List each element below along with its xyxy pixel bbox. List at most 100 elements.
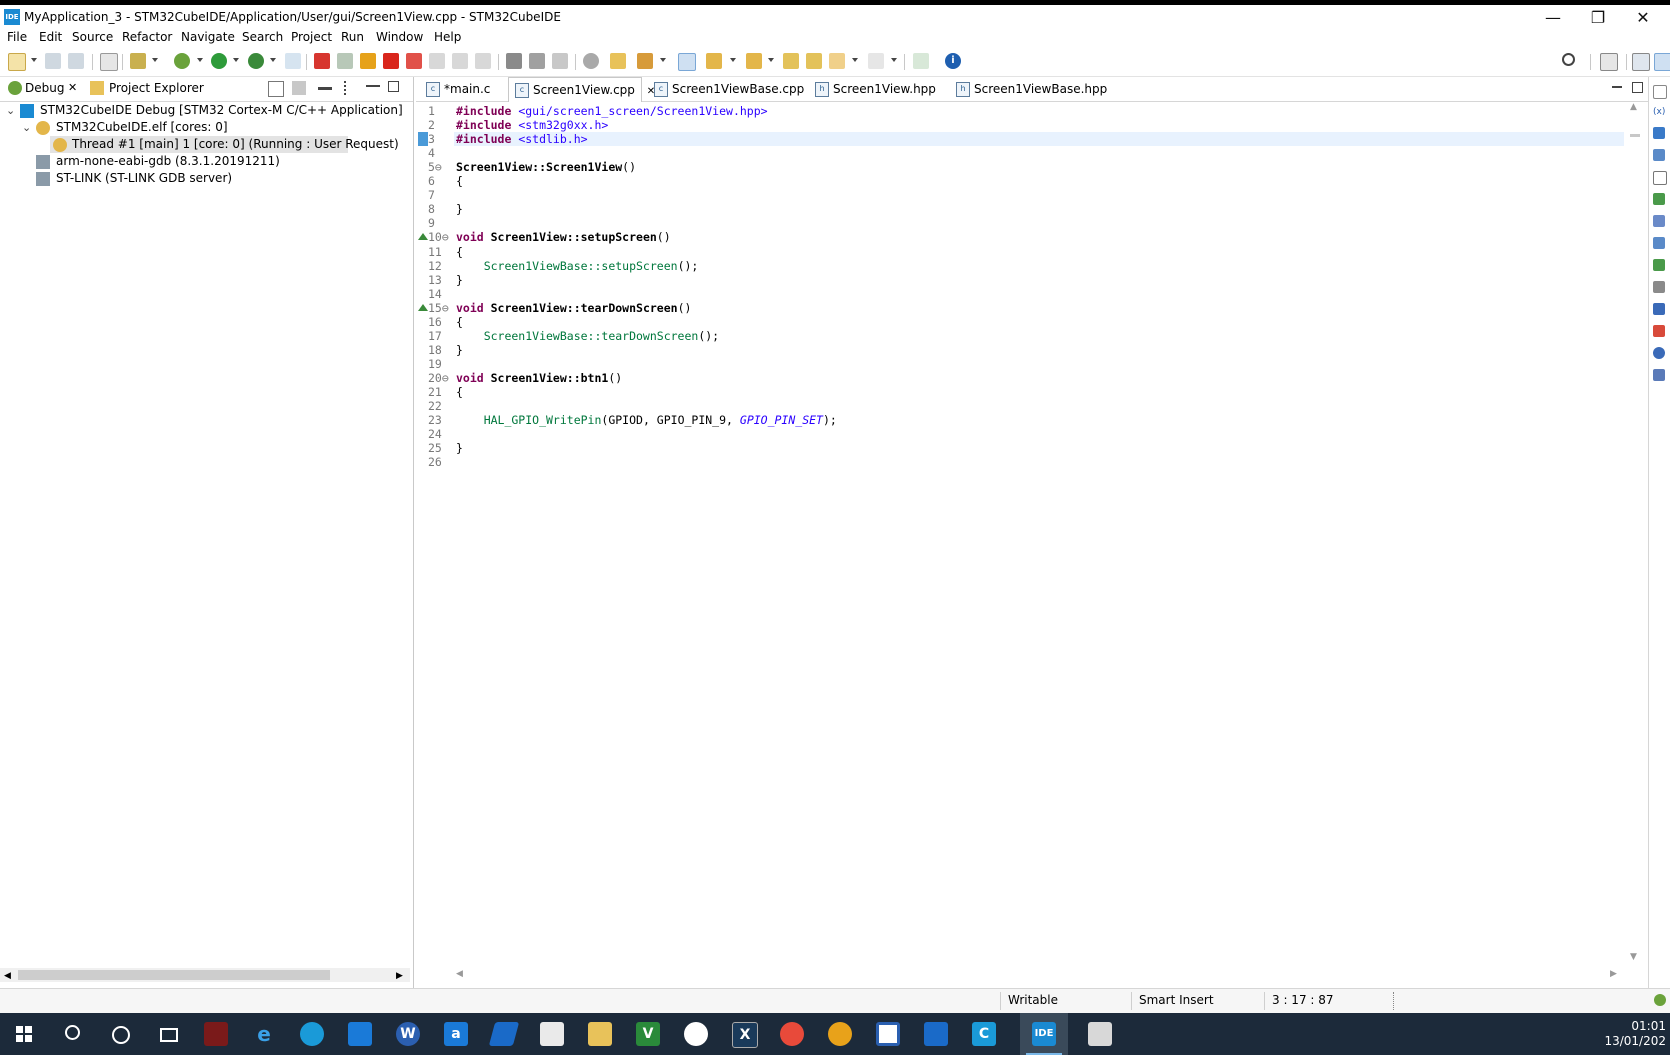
menu-file[interactable]: File — [7, 30, 27, 44]
tab-project-explorer[interactable]: Project Explorer — [109, 81, 204, 95]
menu-project[interactable]: Project — [291, 30, 332, 44]
terminate-icon[interactable] — [383, 53, 399, 69]
breakpoints-icon[interactable] — [1653, 127, 1665, 139]
dropdown-arrow-icon[interactable] — [31, 58, 37, 62]
chrome-icon[interactable] — [780, 1022, 804, 1046]
app-icon-x[interactable]: X — [732, 1022, 758, 1048]
code-line[interactable]: { — [456, 315, 463, 329]
search-icon[interactable] — [1562, 53, 1575, 66]
debug-perspective-icon[interactable] — [1654, 53, 1670, 71]
dropdown-arrow-icon[interactable] — [768, 58, 774, 62]
code-line[interactable]: Screen1View::Screen1View() — [456, 160, 636, 174]
search-toolbar-icon[interactable] — [285, 53, 301, 69]
left-horizontal-scrollbar[interactable]: ◀ ▶ — [0, 968, 410, 982]
settings-gear-icon[interactable] — [583, 53, 599, 69]
mail-icon[interactable] — [348, 1022, 372, 1046]
code-line[interactable]: } — [456, 441, 463, 455]
app-icon-wave[interactable] — [488, 1022, 520, 1046]
code-line[interactable]: #include <gui/screen1_screen/Screen1View… — [456, 104, 768, 118]
app-icon-a[interactable]: a — [444, 1022, 468, 1046]
view-menu-icon[interactable] — [344, 81, 350, 95]
menu-refactor[interactable]: Refactor — [122, 30, 172, 44]
app-icon-red[interactable] — [204, 1022, 228, 1046]
windows-start-icon[interactable] — [12, 1022, 36, 1046]
app-icon-gear[interactable] — [684, 1022, 708, 1046]
highlight-toggle-icon[interactable] — [678, 53, 696, 71]
tree-item-gdb[interactable]: arm-none-eabi-gdb (8.3.1.20191211) — [0, 153, 413, 170]
code-line[interactable]: Screen1ViewBase::tearDownScreen(); — [456, 329, 719, 343]
tree-item-stlink[interactable]: ST-LINK (ST-LINK GDB server) — [0, 170, 413, 187]
live-expressions-icon[interactable] — [1653, 193, 1665, 205]
menu-search[interactable]: Search — [242, 30, 283, 44]
minimize-strip-icon[interactable] — [1653, 85, 1667, 99]
registers-icon[interactable] — [1653, 171, 1667, 185]
build-icon[interactable] — [130, 53, 146, 69]
editor-vertical-scrollbar[interactable]: ▲ ▼ — [1628, 102, 1642, 964]
tab-screen1view-cpp[interactable]: c Screen1View.cpp ✕ — [508, 77, 655, 102]
forward-edit-icon[interactable] — [806, 53, 822, 69]
tab-main-c[interactable]: c *main.c — [420, 77, 506, 101]
code-line[interactable]: void Screen1View::tearDownScreen() — [456, 301, 691, 315]
code-line[interactable]: { — [456, 174, 463, 188]
binary-icon[interactable] — [100, 53, 118, 71]
dropdown-arrow-icon[interactable] — [152, 58, 158, 62]
step-into-icon[interactable] — [429, 53, 445, 69]
step-over-icon[interactable] — [452, 53, 468, 69]
open-perspective-icon[interactable] — [1600, 53, 1618, 71]
open-folder-icon[interactable] — [610, 53, 626, 69]
scroll-left-icon[interactable]: ◀ — [456, 969, 463, 979]
expressions-icon[interactable] — [1653, 149, 1665, 161]
code-line[interactable]: } — [456, 202, 463, 216]
fault-analyzer-icon[interactable] — [1653, 325, 1665, 337]
variables-icon[interactable]: (x) — [1653, 107, 1665, 119]
menu-run[interactable]: Run — [341, 30, 364, 44]
file-explorer-icon[interactable] — [588, 1022, 612, 1046]
calculator-icon[interactable] — [1088, 1022, 1112, 1046]
scrollbar-thumb[interactable] — [18, 970, 330, 980]
tab-screen1viewbase-hpp[interactable]: h Screen1ViewBase.hpp — [950, 77, 1107, 101]
color-wheel-icon[interactable] — [828, 1022, 852, 1046]
code-line[interactable]: } — [456, 343, 463, 357]
swv-icon[interactable] — [1653, 347, 1665, 359]
internet-explorer-icon[interactable]: e — [252, 1022, 276, 1046]
scroll-up-icon[interactable]: ▲ — [1630, 102, 1637, 112]
dropdown-arrow-icon[interactable] — [730, 58, 736, 62]
tree-item-thread[interactable]: Thread #1 [main] 1 [core: 0] (Running : … — [50, 136, 399, 153]
memory-icon[interactable] — [1653, 215, 1665, 227]
tree-item-launch[interactable]: ⌄ STM32CubeIDE Debug [STM32 Cortex-M C/C… — [0, 102, 413, 119]
previous-annotation-icon[interactable] — [746, 53, 762, 69]
code-line[interactable]: void Screen1View::setupScreen() — [456, 230, 671, 244]
code-line[interactable]: void Screen1View::btn1() — [456, 371, 622, 385]
save-all-icon[interactable] — [68, 53, 84, 69]
dropdown-arrow-icon[interactable] — [233, 58, 239, 62]
editor-horizontal-scrollbar[interactable]: ◀ ▶ — [454, 969, 1624, 981]
code-line[interactable]: #include <stdlib.h> — [456, 132, 588, 146]
next-annotation-icon[interactable] — [706, 53, 722, 69]
system-clock[interactable]: 01:01 13/01/202 — [1604, 1019, 1666, 1049]
sfr-icon[interactable] — [1653, 259, 1665, 271]
close-tab-icon[interactable]: ✕ — [68, 81, 77, 94]
tree-item-process[interactable]: ⌄ STM32CubeIDE.elf [cores: 0] — [0, 119, 413, 136]
info-icon[interactable]: i — [945, 53, 961, 69]
app-icon-diamond[interactable] — [540, 1022, 564, 1046]
code-line[interactable]: } — [456, 273, 463, 287]
word-app-icon[interactable]: W — [396, 1022, 420, 1046]
cpp-perspective-icon[interactable] — [1632, 53, 1650, 71]
dropdown-arrow-icon[interactable] — [270, 58, 276, 62]
restart-icon[interactable] — [529, 53, 545, 69]
instruction-stepping-icon[interactable] — [506, 53, 522, 69]
step-filter-icon[interactable] — [318, 87, 332, 90]
collapse-all-icon[interactable] — [268, 81, 284, 97]
external-tools-icon[interactable] — [248, 53, 264, 69]
search-icon[interactable] — [60, 1022, 84, 1046]
menu-source[interactable]: Source — [72, 30, 113, 44]
app-icon-frame[interactable] — [876, 1022, 900, 1046]
tab-debug[interactable]: Debug — [25, 81, 64, 95]
app-icon-v[interactable]: V — [636, 1022, 660, 1046]
code-line[interactable]: Screen1ViewBase::setupScreen(); — [456, 259, 699, 273]
wand-icon[interactable] — [637, 53, 653, 69]
notification-icon[interactable] — [1654, 994, 1666, 1006]
tab-screen1view-hpp[interactable]: h Screen1View.hpp — [809, 77, 945, 101]
last-edit-icon[interactable] — [783, 53, 799, 69]
maximize-view-icon[interactable] — [388, 81, 399, 92]
